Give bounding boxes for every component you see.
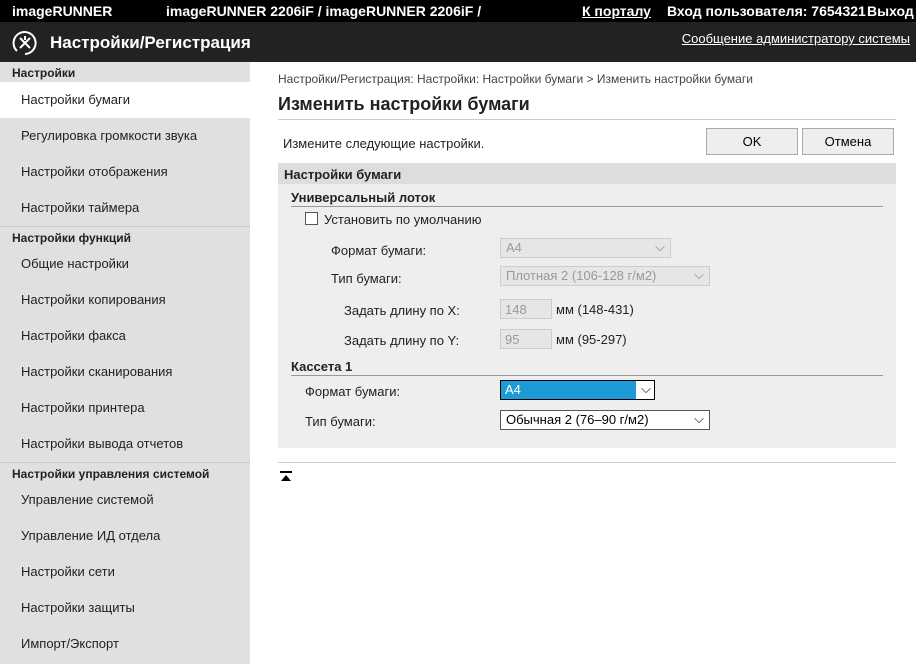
default-label: Установить по умолчанию [324, 212, 482, 227]
sidebar-section-title: Настройки [12, 66, 76, 80]
panel-title: Настройки бумаги [278, 163, 896, 184]
breadcrumb: Настройки/Регистрация: Настройки: Настро… [278, 72, 753, 86]
settings-tools-icon [12, 31, 37, 55]
login-info: Вход пользователя: 7654321 [667, 3, 866, 19]
sidebar-item[interactable]: Управление ИД отдела [0, 518, 250, 554]
sidebar-item[interactable]: Импорт/Экспорт [0, 626, 250, 662]
x-range: мм (148-431) [556, 302, 634, 317]
device-name: imageRUNNER 2206iF / imageRUNNER 2206iF … [166, 3, 482, 19]
default-checkbox[interactable] [305, 212, 318, 225]
sidebar-item[interactable]: Общие настройки [0, 246, 250, 282]
page-title: Изменить настройки бумаги [278, 94, 896, 120]
chevron-down-icon: ⌵ [641, 381, 651, 396]
cassette-type-value: Обычная 2 (76–90 г/м2) [506, 412, 649, 427]
mp-type-label: Тип бумаги: [331, 271, 402, 286]
cassette-type-select[interactable]: Обычная 2 (76–90 г/м2) ⌵ [500, 410, 710, 430]
x-length-label: Задать длину по X: [344, 303, 460, 318]
cassette-heading: Кассета 1 [291, 355, 883, 376]
sidebar-item[interactable]: Настройки вывода отчетов [0, 426, 250, 462]
mp-tray-heading: Универсальный лоток [291, 184, 883, 207]
brand: imageRUNNER [12, 3, 113, 19]
mp-type-select[interactable]: Плотная 2 (106-128 г/м2) ⌵ [500, 266, 710, 286]
scroll-to-top-icon[interactable] [280, 471, 292, 481]
cancel-button[interactable]: Отмена [802, 128, 894, 155]
sidebar-item[interactable]: Настройки принтера [0, 390, 250, 426]
chevron-down-icon: ⌵ [694, 267, 704, 282]
sidebar-item[interactable]: Настройки копирования [0, 282, 250, 318]
sidebar-item[interactable]: Регулировка громкости звука [0, 118, 250, 154]
cassette-format-select[interactable]: A4 ⌵ [500, 380, 655, 400]
ok-button[interactable]: OK [706, 128, 798, 155]
page-header-title: Настройки/Регистрация [50, 33, 251, 52]
instruction: Измените следующие настройки. [283, 136, 485, 151]
sidebar-item[interactable]: Настройки бумаги [0, 82, 250, 118]
x-length-input[interactable]: 148 [500, 299, 552, 319]
cassette-type-label: Тип бумаги: [305, 414, 376, 429]
sidebar-item[interactable]: Настройки отображения [0, 154, 250, 190]
paper-settings-panel: Настройки бумаги Универсальный лоток Уст… [278, 163, 896, 448]
sidebar-section-title: Настройки функций [0, 226, 250, 246]
main-content: Настройки/Регистрация: Настройки: Настро… [278, 62, 896, 484]
sidebar-item[interactable]: Настройки сканирования [0, 354, 250, 390]
mp-format-select[interactable]: A4 ⌵ [500, 238, 671, 258]
y-range: мм (95-297) [556, 332, 627, 347]
mp-type-value: Плотная 2 (106-128 г/м2) [506, 268, 657, 283]
cassette-format-value: A4 [501, 381, 636, 399]
y-length-label: Задать длину по Y: [344, 333, 460, 348]
header: Настройки/Регистрация Сообщение админист… [0, 22, 916, 62]
sidebar: Настройки Настройки бумаги Регулировка гро… [0, 62, 250, 664]
top-bar: imageRUNNER imageRUNNER 2206iF / imageRU… [0, 0, 916, 22]
mp-format-label: Формат бумаги: [331, 243, 427, 258]
chevron-down-icon: ⌵ [655, 239, 665, 254]
sidebar-item[interactable]: Управление системой [0, 482, 250, 518]
cassette-format-label: Формат бумаги: [305, 384, 401, 399]
sidebar-item[interactable]: Настройки факса [0, 318, 250, 354]
sidebar-item[interactable]: Настройки сети [0, 554, 250, 590]
portal-link[interactable]: К порталу [582, 3, 651, 19]
sidebar-section-title: Настройки управления системой [0, 462, 250, 482]
sidebar-item[interactable]: Настройки защиты [0, 590, 250, 626]
logout-link[interactable]: Выход [867, 3, 914, 19]
admin-message-link[interactable]: Сообщение администратору системы [682, 31, 910, 46]
sidebar-item[interactable]: Настройки таймера [0, 190, 250, 226]
mp-format-value: A4 [506, 240, 522, 255]
y-length-input[interactable]: 95 [500, 329, 552, 349]
chevron-down-icon: ⌵ [694, 411, 704, 426]
